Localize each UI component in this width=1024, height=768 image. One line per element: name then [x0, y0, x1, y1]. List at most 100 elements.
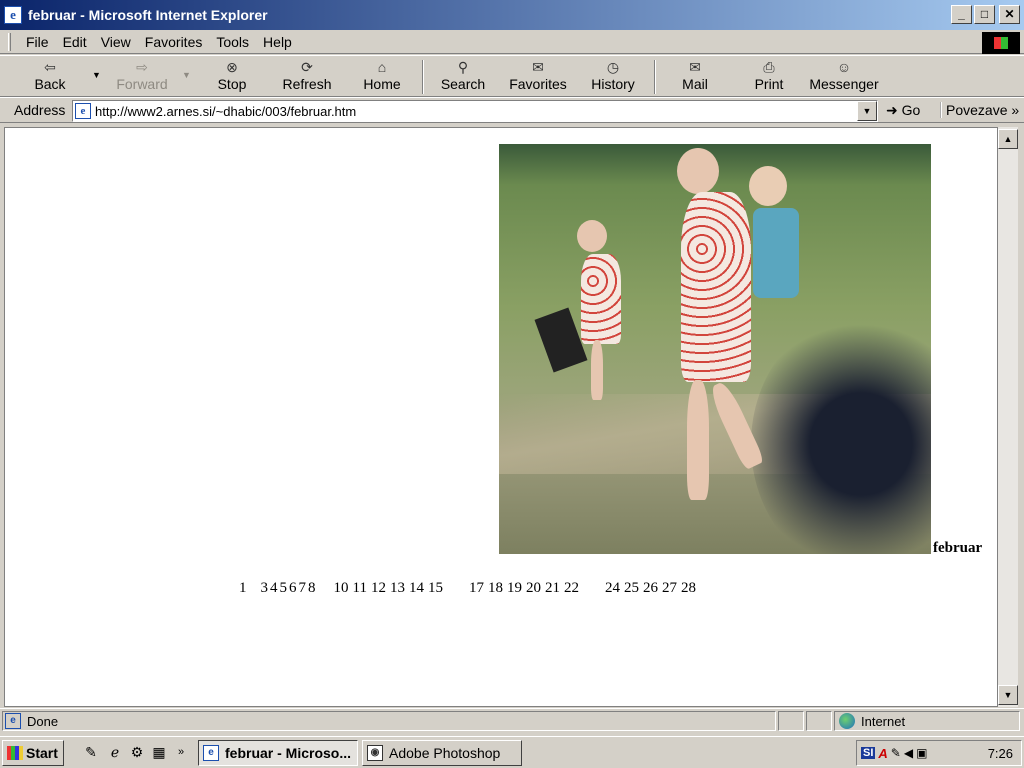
toolbar-separator	[654, 60, 656, 94]
maximize-button[interactable]: □	[974, 5, 995, 24]
forward-arrow-icon: ⇨	[136, 59, 148, 75]
day-link[interactable]: 22	[564, 580, 579, 596]
pen-tray-icon[interactable]: ✎	[891, 746, 901, 760]
standard-toolbar: ⇦ Back ▼ ⇨ Forward ▼ ⊗ Stop ⟳ Refresh ⌂ …	[0, 55, 1024, 97]
day-link[interactable]: 18	[488, 580, 503, 596]
menu-tools[interactable]: Tools	[209, 32, 256, 52]
day-link[interactable]: 4	[270, 580, 278, 596]
home-label: Home	[363, 76, 401, 92]
quicklaunch-ie-icon[interactable]: ℯ	[106, 743, 124, 761]
windows-logo-icon	[982, 32, 1020, 54]
history-button[interactable]: ◷ History	[584, 58, 642, 96]
search-label: Search	[440, 76, 486, 92]
task-ie[interactable]: e februar - Microso...	[198, 740, 358, 766]
start-button[interactable]: Start	[2, 740, 64, 766]
day-link[interactable]: 7	[299, 580, 307, 596]
day-link[interactable]: 27	[662, 580, 677, 596]
links-button[interactable]: Povezave »	[940, 102, 1019, 118]
globe-icon	[839, 713, 855, 729]
search-button[interactable]: ⚲ Search	[434, 58, 492, 96]
forward-dropdown-icon[interactable]: ▼	[182, 70, 191, 80]
menu-help[interactable]: Help	[256, 32, 299, 52]
home-icon: ⌂	[377, 59, 387, 75]
day-link[interactable]: 10	[334, 580, 349, 596]
day-link[interactable]: 13	[390, 580, 405, 596]
network-icon[interactable]: ▣	[916, 746, 927, 760]
menu-edit[interactable]: Edit	[56, 32, 94, 52]
stop-button[interactable]: ⊗ Stop	[206, 58, 258, 96]
task-ie-label: februar - Microso...	[225, 745, 352, 761]
day-link[interactable]: 1	[239, 580, 247, 596]
quicklaunch-outlook-icon[interactable]: ✎	[82, 743, 100, 761]
day-link[interactable]: 6	[289, 580, 297, 596]
menu-file[interactable]: File	[19, 32, 56, 52]
menu-grip[interactable]	[8, 32, 11, 51]
print-label: Print	[754, 76, 784, 92]
page-done-icon: e	[5, 713, 21, 729]
status-cell	[778, 711, 804, 731]
quicklaunch-desktop-icon[interactable]: ▦	[150, 743, 168, 761]
vertical-scrollbar[interactable]: ▲ ▼	[998, 127, 1018, 707]
ie-icon: e	[4, 6, 22, 24]
photo-woman-dress	[681, 192, 751, 382]
address-input[interactable]: e http://www2.arnes.si/~dhabic/003/febru…	[72, 100, 878, 122]
language-indicator[interactable]: SI	[861, 747, 876, 759]
address-dropdown-icon[interactable]: ▼	[857, 101, 877, 121]
scroll-down-icon[interactable]: ▼	[998, 685, 1018, 705]
menu-view[interactable]: View	[94, 32, 138, 52]
mail-label: Mail	[682, 76, 708, 92]
back-dropdown-icon[interactable]: ▼	[92, 70, 101, 80]
favorites-button[interactable]: ✉ Favorites	[504, 58, 572, 96]
home-button[interactable]: ⌂ Home	[356, 58, 408, 96]
messenger-icon: ☺	[836, 59, 852, 75]
photo-girl-head	[577, 220, 607, 252]
photo-girl-dress	[581, 254, 621, 344]
address-url[interactable]: http://www2.arnes.si/~dhabic/003/februar…	[95, 104, 356, 119]
day-link[interactable]: 11	[353, 580, 367, 596]
day-link[interactable]: 24	[605, 580, 620, 596]
scroll-up-icon[interactable]: ▲	[998, 129, 1018, 149]
status-panel: e Done	[2, 711, 776, 731]
menu-favorites[interactable]: Favorites	[138, 32, 210, 52]
mail-button[interactable]: ✉ Mail	[670, 58, 720, 96]
back-button[interactable]: ⇦ Back	[22, 58, 78, 96]
day-link[interactable]: 15	[428, 580, 443, 596]
day-link[interactable]: 25	[624, 580, 639, 596]
forward-button[interactable]: ⇨ Forward	[110, 58, 174, 96]
taskbar: Start ✎ ℯ ⚙ ▦ » e februar - Microso... ◉…	[0, 736, 1024, 768]
day-link[interactable]: 12	[371, 580, 386, 596]
quicklaunch-more-icon[interactable]: »	[172, 743, 190, 761]
day-link[interactable]: 19	[507, 580, 522, 596]
day-link[interactable]: 20	[526, 580, 541, 596]
day-link[interactable]: 14	[409, 580, 424, 596]
start-label: Start	[26, 745, 58, 761]
messenger-button[interactable]: ☺ Messenger	[806, 58, 882, 96]
day-link[interactable]: 26	[643, 580, 658, 596]
day-link[interactable]: 17	[469, 580, 484, 596]
minimize-button[interactable]: _	[951, 5, 972, 24]
history-icon: ◷	[606, 59, 620, 75]
page-content: februar 1 3 4 5 6 7 8 10 11 12 13 14 15 17 18 19 20 21 22 2…	[4, 127, 998, 707]
day-link[interactable]: 21	[545, 580, 560, 596]
print-button[interactable]: ⎙ Print	[746, 58, 792, 96]
day-link[interactable]: 28	[681, 580, 696, 596]
day-link[interactable]: 5	[280, 580, 288, 596]
photo-child-head	[749, 166, 787, 206]
go-button[interactable]: ➜ Go	[886, 102, 920, 119]
acrobat-tray-icon[interactable]: A	[878, 746, 887, 761]
volume-icon[interactable]: ◀	[904, 746, 913, 760]
window-title: februar - Microsoft Internet Explorer	[28, 7, 268, 23]
clock[interactable]: 7:26	[988, 746, 1013, 761]
day-link[interactable]: 3	[261, 580, 269, 596]
task-photoshop[interactable]: ◉ Adobe Photoshop	[362, 740, 522, 766]
photo-woman-head	[677, 148, 719, 194]
refresh-label: Refresh	[282, 76, 332, 92]
go-arrow-icon: ➜	[886, 102, 898, 118]
photoshop-icon: ◉	[367, 745, 383, 761]
photo-woman-leg	[687, 380, 709, 500]
refresh-button[interactable]: ⟳ Refresh	[276, 58, 338, 96]
close-button[interactable]: ✕	[999, 5, 1020, 24]
day-link[interactable]: 8	[308, 580, 316, 596]
quicklaunch-channels-icon[interactable]: ⚙	[128, 743, 146, 761]
zone-label: Internet	[861, 713, 906, 729]
